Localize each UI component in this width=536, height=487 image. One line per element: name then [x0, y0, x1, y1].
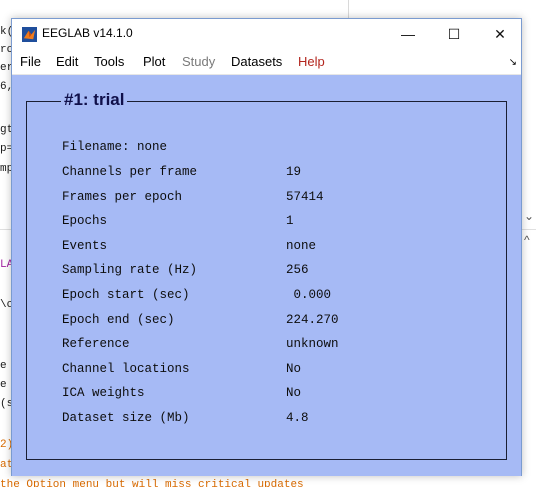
background-text-line: e — [0, 379, 7, 391]
info-label: Epoch start (sec) — [62, 288, 190, 302]
menu-file[interactable]: File — [20, 54, 41, 69]
info-value: none — [286, 239, 317, 253]
info-label: Dataset size (Mb) — [62, 411, 190, 425]
maximize-icon: ☐ — [447, 25, 461, 42]
menu-datasets[interactable]: Datasets — [231, 54, 282, 69]
scroll-up-icon[interactable]: ^ — [524, 233, 530, 247]
menu-study[interactable]: Study — [182, 54, 215, 69]
filename-line: Filename: none — [62, 140, 168, 154]
info-label: Epochs — [62, 214, 108, 228]
info-label: Channel locations — [62, 362, 190, 376]
menu-tools[interactable]: Tools — [94, 54, 124, 69]
close-icon: ✕ — [494, 25, 506, 42]
background-text-line: e — [0, 360, 7, 372]
info-value: 4.8 — [286, 411, 309, 425]
screen: k( ro er 6, gt p= mp LA \c e e (s 2) at … — [0, 0, 536, 487]
info-value: No — [286, 362, 302, 376]
info-value: unknown — [286, 337, 339, 351]
info-value: 57414 — [286, 190, 324, 204]
title-bar[interactable]: EEGLAB v14.1.0 — ☐ ✕ — [12, 19, 521, 49]
dataset-info-area: #1: trial Filename: none Channels per fr… — [12, 75, 521, 476]
info-value: 1 — [286, 214, 294, 228]
info-label: Events — [62, 239, 108, 253]
matlab-logo-icon — [22, 27, 37, 42]
menu-edit[interactable]: Edit — [56, 54, 78, 69]
info-label: Frames per epoch — [62, 190, 183, 204]
info-label: Channels per frame — [62, 165, 198, 179]
window-title: EEGLAB v14.1.0 — [42, 26, 133, 40]
dataset-title: #1: trial — [61, 90, 128, 110]
menu-plot[interactable]: Plot — [143, 54, 165, 69]
menu-bar: File Edit Tools Plot Study Datasets Help… — [12, 49, 521, 75]
minimize-icon: — — [401, 26, 415, 42]
info-value: 256 — [286, 263, 309, 277]
scroll-down-icon[interactable]: ⌄ — [524, 209, 534, 223]
background-text-line: the Option menu but will miss critical u… — [0, 479, 304, 487]
maximize-button[interactable]: ☐ — [431, 19, 477, 49]
info-label: ICA weights — [62, 386, 145, 400]
info-value: No — [286, 386, 302, 400]
minimize-button[interactable]: — — [385, 19, 431, 49]
info-value: 19 — [286, 165, 302, 179]
info-value: 224.270 — [286, 313, 339, 327]
menu-overflow-icon[interactable]: ↘ — [509, 57, 517, 68]
info-label: Sampling rate (Hz) — [62, 263, 198, 277]
menu-help[interactable]: Help — [298, 54, 325, 69]
info-value: 0.000 — [286, 288, 332, 302]
info-label: Reference — [62, 337, 130, 351]
eeglab-window: EEGLAB v14.1.0 — ☐ ✕ File Edit Tools Plo… — [11, 18, 522, 476]
info-label: Epoch end (sec) — [62, 313, 175, 327]
close-button[interactable]: ✕ — [477, 19, 523, 49]
